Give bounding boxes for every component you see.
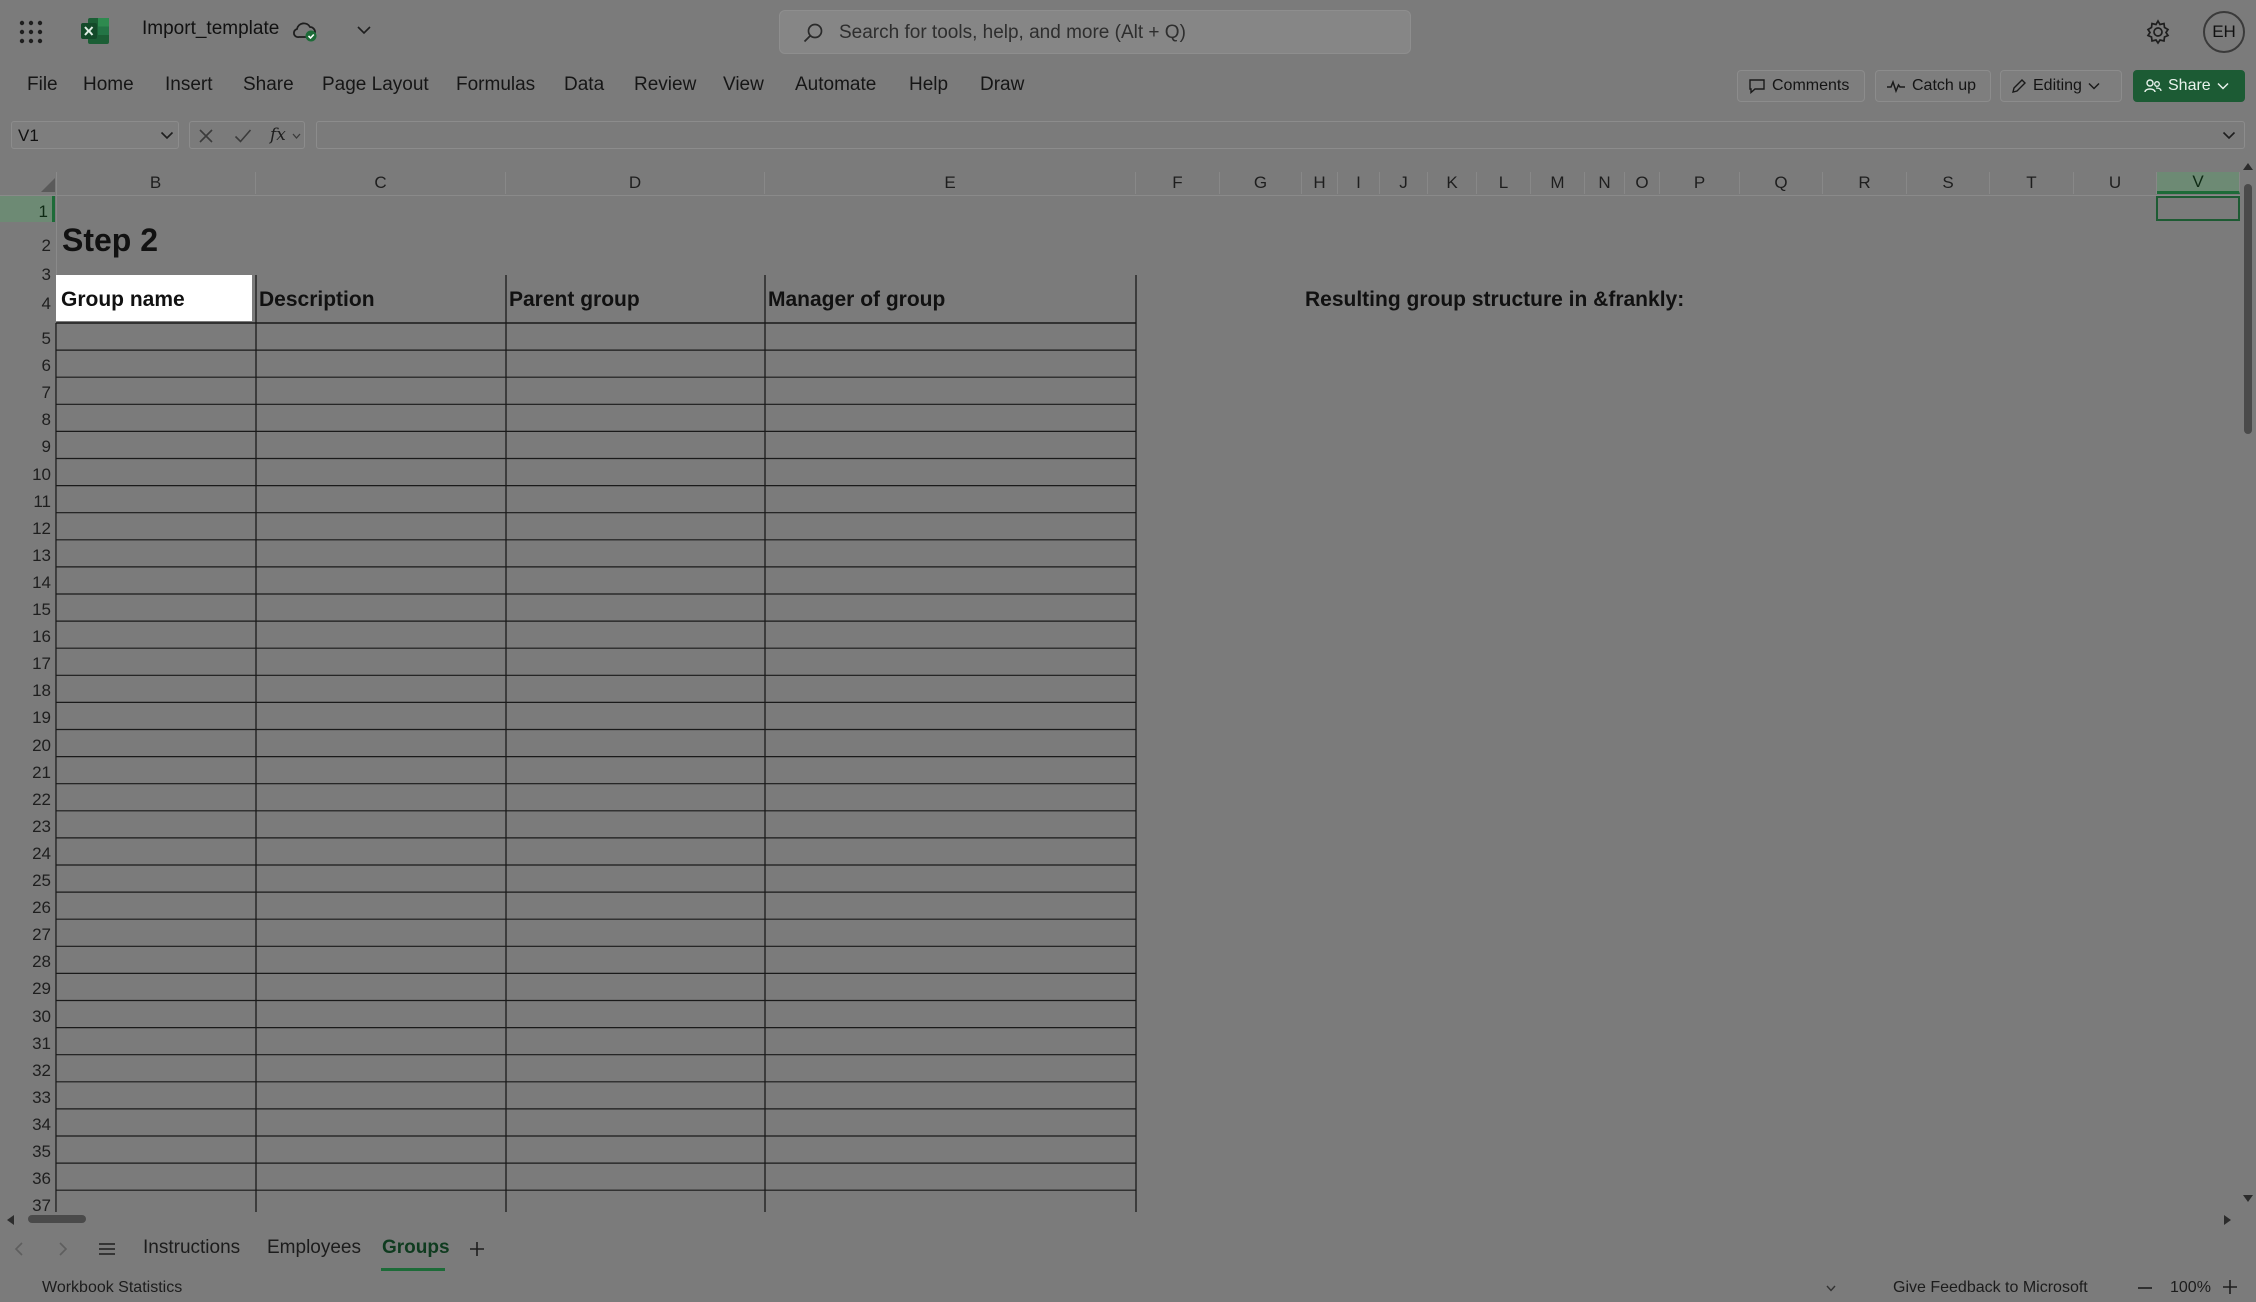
column-header-l[interactable]: L — [1477, 172, 1531, 194]
zoom-in-icon[interactable] — [2223, 1280, 2237, 1294]
comments-button[interactable]: Comments — [1737, 70, 1865, 102]
column-header-o[interactable]: O — [1625, 172, 1660, 194]
sheet-tab-employees[interactable]: Employees — [267, 1237, 361, 1259]
catch-up-button[interactable]: Catch up — [1875, 70, 1991, 102]
avatar[interactable]: EH — [2203, 11, 2245, 53]
comments-label: Comments — [1772, 77, 1850, 94]
column-header-s[interactable]: S — [1907, 172, 1990, 194]
catch-up-label: Catch up — [1912, 77, 1977, 94]
scroll-down-icon[interactable] — [2243, 1195, 2253, 1203]
column-header-v[interactable]: V — [2157, 172, 2240, 194]
column-header-i[interactable]: I — [1338, 172, 1380, 194]
pencil-icon — [2011, 78, 2027, 94]
input-table-grid[interactable] — [0, 0, 1140, 1212]
column-header-n[interactable]: N — [1585, 172, 1625, 194]
sheet-tab-bar: Instructions Employees Groups — [0, 1226, 2256, 1274]
column-header-h[interactable]: H — [1302, 172, 1338, 194]
horizontal-scrollbar[interactable] — [0, 1212, 2240, 1226]
column-header-p[interactable]: P — [1660, 172, 1740, 194]
editing-label: Editing — [2033, 77, 2082, 94]
column-header-q[interactable]: Q — [1740, 172, 1823, 194]
column-header-j[interactable]: J — [1380, 172, 1428, 194]
chevron-left-icon[interactable] — [14, 1242, 24, 1256]
zoom-level[interactable]: 100% — [2170, 1279, 2211, 1297]
all-sheets-menu-icon[interactable] — [98, 1242, 116, 1256]
column-header-t[interactable]: T — [1990, 172, 2074, 194]
status-bar: Workbook Statistics Give Feedback to Mic… — [0, 1274, 2256, 1302]
scroll-left-icon[interactable] — [6, 1215, 14, 1225]
horizontal-scroll-thumb[interactable] — [28, 1215, 86, 1223]
pulse-icon — [1886, 79, 1906, 93]
sheet-tab-groups[interactable]: Groups — [382, 1237, 450, 1259]
gear-icon[interactable] — [2145, 19, 2171, 45]
column-header-f[interactable]: F — [1136, 172, 1220, 194]
zoom-out-icon[interactable] — [2138, 1287, 2152, 1289]
scroll-up-icon[interactable] — [2243, 162, 2253, 170]
chevron-down-icon — [2217, 82, 2229, 90]
scroll-right-icon[interactable] — [2224, 1215, 2232, 1225]
vertical-scroll-thumb[interactable] — [2244, 184, 2252, 434]
comment-icon — [1748, 78, 1766, 94]
column-header-u[interactable]: U — [2074, 172, 2157, 194]
active-tab-indicator — [381, 1268, 445, 1271]
share-label: Share — [2168, 77, 2211, 94]
column-header-r[interactable]: R — [1823, 172, 1907, 194]
share-button[interactable]: Share — [2133, 70, 2245, 102]
column-header-k[interactable]: K — [1428, 172, 1477, 194]
editing-mode-button[interactable]: Editing — [2000, 70, 2122, 102]
resulting-structure-label[interactable]: Resulting group structure in &frankly: — [1305, 288, 1684, 312]
chevron-down-icon — [2088, 82, 2100, 90]
workbook-statistics-button[interactable]: Workbook Statistics — [42, 1279, 182, 1297]
active-cell-v1[interactable] — [2156, 196, 2240, 221]
expand-formula-bar-icon[interactable] — [2222, 131, 2236, 140]
add-sheet-icon[interactable] — [469, 1241, 485, 1257]
column-header-g[interactable]: G — [1220, 172, 1302, 194]
vertical-scrollbar[interactable] — [2240, 160, 2256, 1210]
sheet-tab-instructions[interactable]: Instructions — [143, 1237, 240, 1259]
chevron-right-icon[interactable] — [58, 1242, 68, 1256]
chevron-down-icon[interactable] — [1826, 1285, 1836, 1292]
feedback-link[interactable]: Give Feedback to Microsoft — [1893, 1279, 2088, 1297]
column-header-m[interactable]: M — [1531, 172, 1585, 194]
people-icon — [2144, 78, 2162, 94]
